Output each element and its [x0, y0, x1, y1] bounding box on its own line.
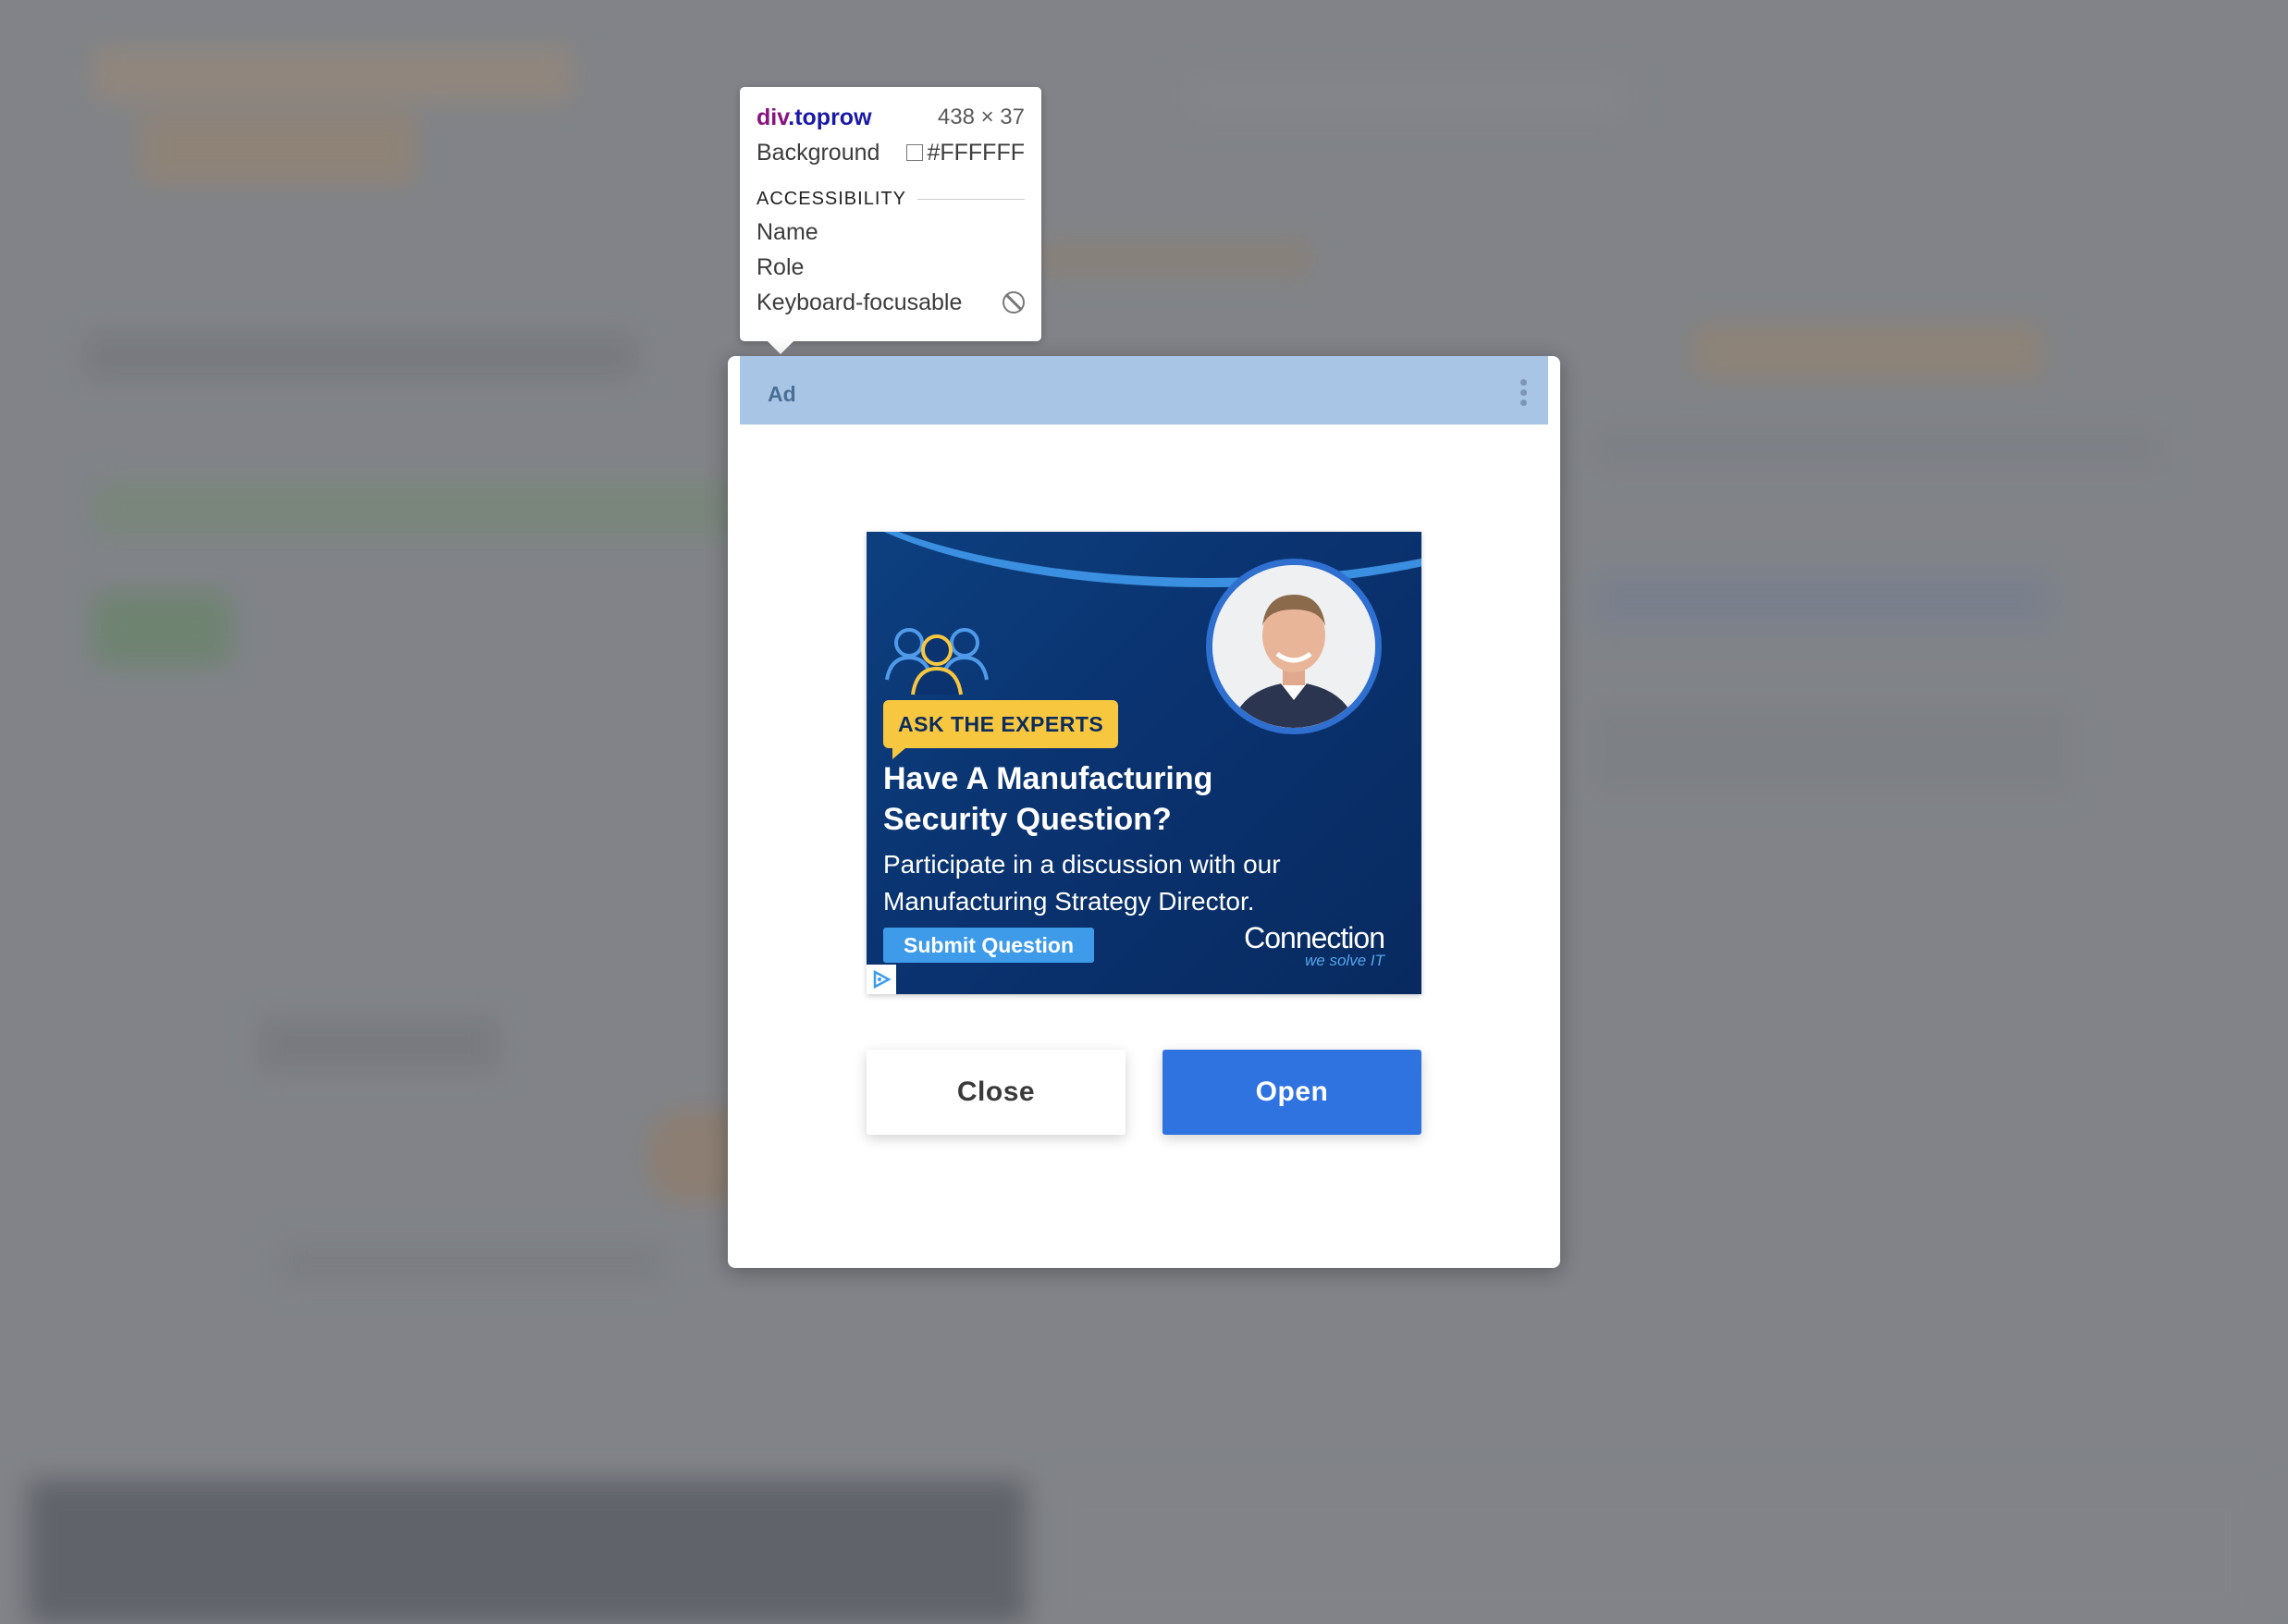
body-line-1: Participate in a discussion with our — [883, 850, 1281, 879]
more-vertical-icon[interactable] — [1509, 378, 1537, 406]
selector-label: div.toprow — [757, 105, 872, 131]
selector-class: .toprow — [788, 104, 872, 130]
play-triangle-icon — [873, 969, 892, 990]
headline-line-2: Security Question? — [883, 802, 1172, 837]
dialog-toprow: Ad — [740, 356, 1548, 424]
background-value: #FFFFFF — [927, 139, 1025, 166]
a11y-role-label: Role — [757, 254, 805, 280]
background-value-wrap: #FFFFFF — [906, 140, 1025, 166]
a11y-name-label: Name — [757, 219, 818, 245]
expert-portrait — [1206, 559, 1382, 734]
ad-headline: Have A Manufacturing Security Question? — [883, 758, 1272, 840]
a11y-keyboard-label: Keyboard-focusable — [757, 289, 963, 315]
element-inspector-tooltip: div.toprow 438 × 37 Background #FFFFFF A… — [740, 87, 1041, 354]
color-swatch-icon — [906, 143, 924, 161]
brand-logo: Connection we solve IT — [1244, 921, 1385, 970]
body-line-2: Manufacturing Strategy Director. — [883, 887, 1255, 916]
background-row: Background #FFFFFF — [757, 135, 1025, 170]
ad-dialog: Ad ASK THE EXPERTS Have A Manufacturing … — [728, 356, 1560, 1268]
section-divider — [916, 198, 1025, 200]
adchoices-icon[interactable] — [867, 965, 896, 994]
accessibility-title: ACCESSIBILITY — [757, 188, 906, 209]
ad-body-text: Participate in a discussion with our Man… — [883, 846, 1318, 920]
element-dimensions: 438 × 37 — [937, 105, 1025, 129]
close-button[interactable]: Close — [867, 1050, 1126, 1135]
inspector-header: div.toprow 438 × 37 — [757, 100, 1025, 135]
blocked-icon — [1003, 291, 1025, 314]
open-button[interactable]: Open — [1162, 1050, 1421, 1135]
accessibility-section-header: ACCESSIBILITY — [757, 183, 1025, 215]
brand-name: Connection — [1244, 921, 1385, 954]
headline-line-1: Have A Manufacturing — [883, 761, 1213, 796]
ask-the-experts-tag: ASK THE EXPERTS — [883, 700, 1119, 759]
a11y-name-row: Name — [757, 215, 1025, 250]
people-group-icon — [885, 628, 989, 695]
ad-creative[interactable]: ASK THE EXPERTS Have A Manufacturing Sec… — [867, 532, 1421, 994]
tooltip-arrow — [768, 341, 793, 354]
person-photo-icon — [1212, 565, 1375, 728]
ad-label: Ad — [768, 381, 796, 406]
a11y-keyboard-row: Keyboard-focusable — [757, 285, 1025, 320]
brand-tagline: we solve IT — [1305, 952, 1384, 969]
submit-question-button[interactable]: Submit Question — [883, 928, 1094, 963]
a11y-role-row: Role — [757, 250, 1025, 285]
background-label: Background — [757, 139, 880, 166]
selector-tag: div — [757, 104, 789, 130]
